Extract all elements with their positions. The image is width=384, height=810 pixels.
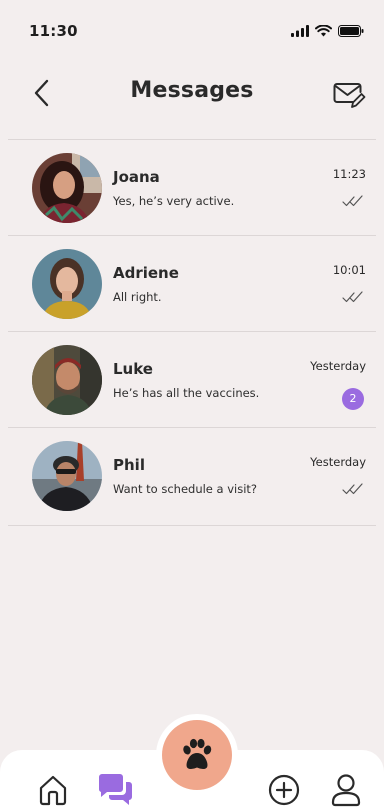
contact-name: Joana — [113, 168, 160, 186]
contact-name: Adriene — [113, 264, 179, 282]
conversation-row[interactable]: Luke He’s has all the vaccines. Yesterda… — [8, 332, 376, 428]
double-check-icon — [342, 291, 363, 303]
last-message: Yes, he’s very active. — [113, 194, 235, 208]
tab-messages[interactable] — [96, 772, 132, 808]
conversation-row[interactable]: Phil Want to schedule a visit? Yesterday — [8, 428, 376, 526]
paw-icon — [183, 738, 212, 769]
message-time: Yesterday — [310, 455, 366, 469]
last-message: Want to schedule a visit? — [113, 482, 258, 496]
home-icon — [39, 775, 67, 806]
message-time: Yesterday — [310, 359, 366, 373]
unread-count-badge: 2 — [342, 388, 364, 410]
pet-action-button[interactable] — [156, 714, 238, 796]
double-check-icon — [342, 195, 363, 207]
wifi-icon — [315, 25, 332, 37]
chat-icon — [98, 774, 132, 805]
page-title: Messages — [130, 78, 254, 103]
battery-icon — [338, 25, 364, 37]
mail-edit-icon — [333, 83, 366, 108]
avatar-photo — [32, 249, 102, 319]
double-check-icon — [342, 483, 363, 495]
contact-name: Luke — [113, 360, 153, 378]
avatar — [32, 441, 102, 511]
avatar — [32, 153, 102, 223]
profile-icon — [331, 774, 361, 807]
avatar-photo — [32, 153, 102, 223]
signal-icon — [291, 25, 309, 37]
avatar-photo — [32, 441, 102, 511]
compose-message-button[interactable] — [332, 78, 366, 110]
add-icon — [268, 774, 300, 806]
conversation-list: Joana Yes, he’s very active. 11:23 Adrie… — [8, 140, 376, 526]
conversation-row[interactable]: Joana Yes, he’s very active. 11:23 — [8, 140, 376, 236]
status-bar: 11:30 — [0, 0, 384, 64]
message-time: 10:01 — [332, 263, 366, 277]
tab-profile[interactable] — [328, 772, 364, 808]
contact-name: Phil — [113, 456, 145, 474]
last-message: All right. — [113, 290, 162, 304]
status-icons — [291, 25, 364, 37]
header: Messages — [0, 64, 384, 140]
last-message: He’s has all the vaccines. — [113, 386, 260, 400]
tab-add[interactable] — [266, 772, 302, 808]
status-time: 11:30 — [29, 22, 78, 40]
conversation-row[interactable]: Adriene All right. 10:01 — [8, 236, 376, 332]
message-time: 11:23 — [332, 167, 366, 181]
avatar — [32, 345, 102, 415]
avatar — [32, 249, 102, 319]
tab-home[interactable] — [35, 772, 71, 808]
pet-action-button-inner — [162, 720, 232, 790]
avatar-photo — [32, 345, 102, 415]
